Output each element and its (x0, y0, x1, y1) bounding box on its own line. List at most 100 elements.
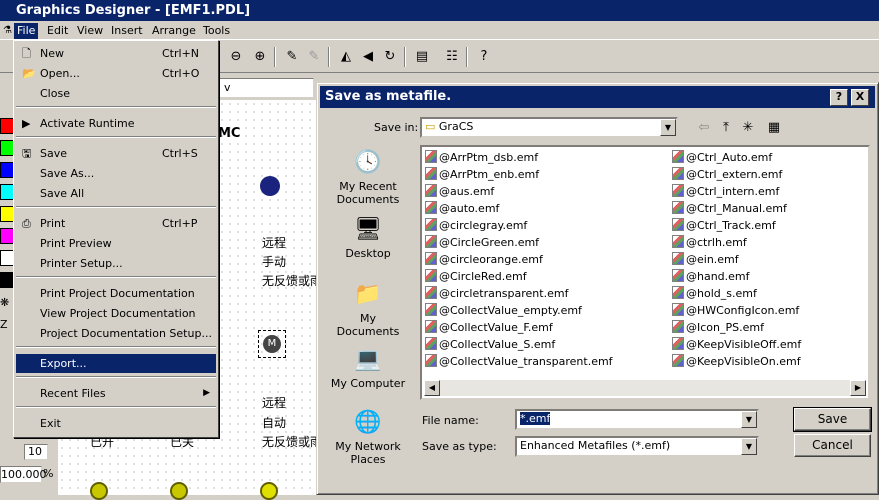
new-folder-icon[interactable]: ✳ (738, 118, 758, 138)
file-list-item[interactable]: @Ctrl_Manual.emf (672, 200, 787, 217)
place-desktop[interactable]: 🖥 Desktop (327, 215, 409, 260)
color-swatch-red[interactable] (0, 118, 14, 134)
menu-item-close[interactable]: Close (16, 84, 216, 103)
color-swatch-green[interactable] (0, 140, 14, 156)
file-list-item[interactable]: @CircleGreen.emf (425, 234, 539, 251)
indicator-lamp[interactable] (170, 482, 188, 500)
file-list-item[interactable]: @ctrlh.emf (672, 234, 747, 251)
menu-item-save[interactable]: 🖫 Save Ctrl+S (16, 144, 216, 163)
flip-horizontal-icon[interactable]: ◭ (336, 47, 356, 67)
place-my-documents[interactable]: 📁 My Documents (327, 280, 409, 338)
rotate-icon[interactable]: ↻ (380, 47, 400, 67)
menu-item-save-all[interactable]: Save All (16, 184, 216, 203)
color-swatch-white[interactable] (0, 250, 14, 266)
canvas-text-nofeedback[interactable]: 无反馈或雨 (262, 272, 322, 289)
file-list-item[interactable]: @KeepVisibleOn.emf (672, 353, 801, 370)
file-list-item[interactable]: @ArrPtm_enb.emf (425, 166, 539, 183)
color-swatch-cyan[interactable] (0, 184, 14, 200)
canvas-text-nofeedback-2[interactable]: 无反馈或雨 (262, 433, 322, 450)
status-circle[interactable] (260, 176, 280, 196)
app-icon[interactable]: ⚗ (0, 23, 14, 39)
menu-view[interactable]: View (74, 23, 106, 39)
menu-tools[interactable]: Tools (200, 23, 233, 39)
chevron-down-icon[interactable]: ▼ (741, 411, 757, 428)
close-icon[interactable]: X (851, 89, 869, 106)
help-pointer-icon[interactable]: ? (474, 47, 494, 67)
file-list[interactable]: @ArrPtm_dsb.emf @ArrPtm_enb.emf @aus.emf @a… (420, 145, 870, 400)
file-list-item[interactable]: @CollectValue_transparent.emf (425, 353, 613, 370)
horizontal-scrollbar[interactable]: ◀ ▶ (424, 380, 866, 396)
menu-item-open[interactable]: 📂 Open... Ctrl+O (16, 64, 216, 83)
file-list-item[interactable]: @CollectValue_F.emf (425, 319, 553, 336)
canvas-text-remote-2[interactable]: 远程 (262, 394, 286, 411)
menu-item-new[interactable]: 🗋 New Ctrl+N (16, 44, 216, 63)
file-list-item[interactable]: @CollectValue_S.emf (425, 336, 555, 353)
menu-insert[interactable]: Insert (108, 23, 146, 39)
zoom-percent-field[interactable]: 100.000 (0, 466, 47, 483)
scroll-right-icon[interactable]: ▶ (850, 380, 866, 396)
zoom-value-field[interactable]: 10 (24, 444, 48, 460)
file-list-item[interactable]: @ArrPtm_dsb.emf (425, 149, 538, 166)
menu-item-activate-runtime[interactable]: ▶ Activate Runtime (16, 114, 216, 133)
menu-item-exit[interactable]: Exit (16, 414, 216, 433)
save-in-combo[interactable]: ▭ GraCS ▼ (420, 117, 678, 138)
file-list-item[interactable]: @Ctrl_Track.emf (672, 217, 776, 234)
file-list-item[interactable]: @Ctrl_extern.emf (672, 166, 782, 183)
color-swatch-blue[interactable] (0, 162, 14, 178)
pipette-disabled-icon[interactable]: ✎ (304, 47, 324, 67)
back-icon[interactable]: ⇦ (694, 118, 714, 138)
file-list-item[interactable]: @CollectValue_empty.emf (425, 302, 582, 319)
place-network-places[interactable]: 🌐 My Network Places (327, 408, 409, 466)
file-list-item[interactable]: @auto.emf (425, 200, 499, 217)
motor-selection[interactable]: M (258, 330, 286, 358)
menu-item-print-project-doc[interactable]: Print Project Documentation (16, 284, 216, 303)
menu-item-view-project-doc[interactable]: View Project Documentation (16, 304, 216, 323)
indicator-lamp[interactable] (260, 482, 278, 500)
save-type-select[interactable]: Enhanced Metafiles (*.emf) ▼ (515, 436, 759, 457)
color-swatch-magenta[interactable] (0, 228, 14, 244)
canvas-text-auto[interactable]: 自动 (262, 414, 286, 431)
help-icon[interactable]: ? (830, 89, 848, 106)
chevron-down-icon[interactable]: ▼ (741, 438, 757, 455)
up-folder-icon[interactable]: ⤒ (716, 118, 736, 138)
color-swatch-black[interactable] (0, 272, 14, 288)
menu-item-export[interactable]: Export... (16, 354, 216, 373)
menu-item-project-doc-setup[interactable]: Project Documentation Setup... (16, 324, 216, 343)
file-list-item[interactable]: @circlegray.emf (425, 217, 527, 234)
menu-arrange[interactable]: Arrange (149, 23, 199, 39)
file-list-item[interactable]: @Icon_PS.emf (672, 319, 764, 336)
menu-item-print[interactable]: ⎙ Print Ctrl+P (16, 214, 216, 233)
scroll-left-icon[interactable]: ◀ (424, 380, 440, 396)
library-icon[interactable]: ☷ (442, 47, 462, 67)
place-my-computer[interactable]: 💻 My Computer (327, 345, 409, 390)
file-list-item[interactable]: @circleorange.emf (425, 251, 543, 268)
file-list-item[interactable]: @Ctrl_Auto.emf (672, 149, 772, 166)
font-size-select[interactable]: v (219, 78, 314, 98)
file-list-item[interactable]: @hold_s.emf (672, 285, 757, 302)
file-list-item[interactable]: @CircleRed.emf (425, 268, 527, 285)
indicator-lamp[interactable] (90, 482, 108, 500)
file-list-item[interactable]: @circletransparent.emf (425, 285, 568, 302)
zoom-in-icon[interactable]: ⊕ (250, 47, 270, 67)
chevron-down-icon[interactable]: ▼ (660, 119, 676, 136)
properties-icon[interactable]: ▤ (412, 47, 432, 67)
cancel-button[interactable]: Cancel (794, 434, 871, 457)
file-list-item[interactable]: @aus.emf (425, 183, 494, 200)
file-name-input[interactable]: *.emf ▼ (515, 409, 759, 430)
menu-item-print-preview[interactable]: Print Preview (16, 234, 216, 253)
view-menu-icon[interactable]: ▦ (764, 118, 784, 138)
zoom-out-icon[interactable]: ⊖ (226, 47, 246, 67)
place-recent-documents[interactable]: 🕓 My Recent Documents (327, 148, 409, 206)
menu-item-save-as[interactable]: Save As... (16, 164, 216, 183)
menu-item-printer-setup[interactable]: Printer Setup... (16, 254, 216, 273)
color-swatch-yellow[interactable] (0, 206, 14, 222)
canvas-text-manual[interactable]: 手动 (262, 253, 286, 270)
menu-file[interactable]: File (14, 23, 39, 39)
menu-item-recent-files[interactable]: Recent Files ▶ (16, 384, 216, 403)
canvas-text-remote[interactable]: 远程 (262, 234, 286, 251)
save-button[interactable]: Save (793, 407, 872, 432)
file-list-item[interactable]: @hand.emf (672, 268, 750, 285)
file-list-item[interactable]: @HWConfigIcon.emf (672, 302, 799, 319)
flip-vertical-icon[interactable]: ◀ (358, 47, 378, 67)
palette-tool-icon[interactable]: ❋ (0, 296, 14, 310)
